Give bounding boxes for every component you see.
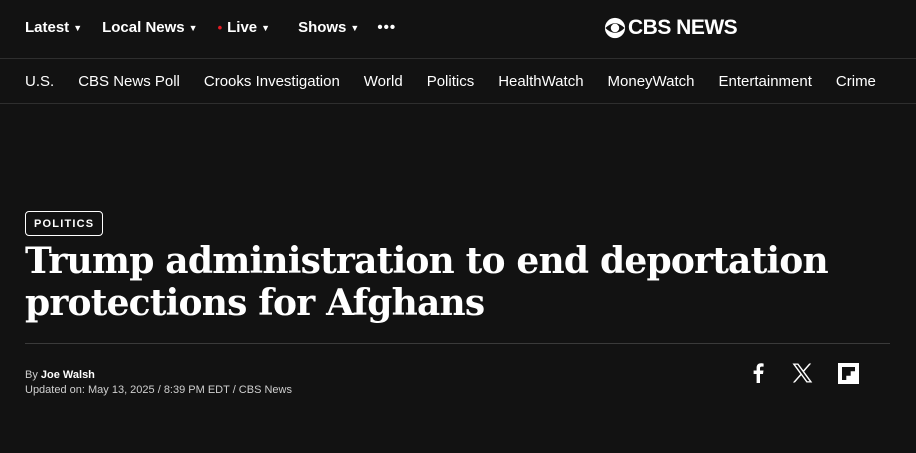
section-nav-item[interactable]: Politics [427, 73, 475, 90]
primary-nav: Latest ▼ Local News ▼ • Live ▼ Shows ▼ •… [25, 19, 396, 36]
more-menu-button[interactable]: ••• [377, 19, 396, 36]
article-headline: Trump administration to end deportation … [25, 240, 829, 324]
section-nav-item[interactable]: CBS News Poll [78, 73, 180, 90]
author-link[interactable]: Joe Walsh [41, 369, 95, 381]
byline-prefix: By [25, 369, 38, 381]
section-nav-item[interactable]: U.S. [25, 73, 54, 90]
chevron-down-icon: ▼ [73, 23, 83, 33]
logo-text: CBS NEWS [628, 16, 738, 39]
section-nav-item[interactable]: Crime [836, 73, 876, 90]
flipboard-share-button[interactable] [836, 362, 860, 384]
facebook-icon [753, 363, 764, 383]
byline: By Joe Walsh [25, 369, 95, 381]
chevron-down-icon: ▼ [261, 23, 271, 33]
top-bar: Latest ▼ Local News ▼ • Live ▼ Shows ▼ •… [0, 0, 916, 58]
nav-latest-label: Latest [25, 19, 70, 36]
section-nav-item[interactable]: HealthWatch [498, 73, 583, 90]
x-share-button[interactable] [790, 362, 814, 384]
cbs-news-logo[interactable]: CBS NEWS [604, 16, 738, 40]
chevron-down-icon: ▼ [350, 23, 360, 33]
section-nav-item[interactable]: World [364, 73, 403, 90]
nav-latest[interactable]: Latest ▼ [25, 19, 82, 36]
section-tag-politics[interactable]: POLITICS [25, 211, 104, 236]
nav-shows[interactable]: Shows ▼ [298, 19, 359, 36]
section-nav-item[interactable]: MoneyWatch [608, 73, 695, 90]
live-dot-icon: • [217, 20, 223, 35]
nav-live-label: Live [227, 19, 258, 36]
nav-live[interactable]: • Live ▼ [218, 19, 271, 36]
x-icon [792, 363, 812, 383]
nav-shows-label: Shows [298, 19, 347, 36]
cbs-eye-icon [604, 17, 626, 39]
section-nav-item[interactable]: Crooks Investigation [204, 73, 340, 90]
section-nav: U.S. CBS News Poll Crooks Investigation … [0, 58, 916, 104]
facebook-share-button[interactable] [746, 362, 770, 384]
nav-local-news[interactable]: Local News ▼ [102, 19, 197, 36]
chevron-down-icon: ▼ [188, 23, 198, 33]
divider [25, 343, 890, 344]
nav-local-news-label: Local News [102, 19, 185, 36]
flipboard-icon [837, 362, 859, 384]
more-icon: ••• [377, 19, 397, 36]
updated-timestamp: Updated on: May 13, 2025 / 8:39 PM EDT /… [25, 384, 292, 396]
section-nav-item[interactable]: Entertainment [719, 73, 812, 90]
